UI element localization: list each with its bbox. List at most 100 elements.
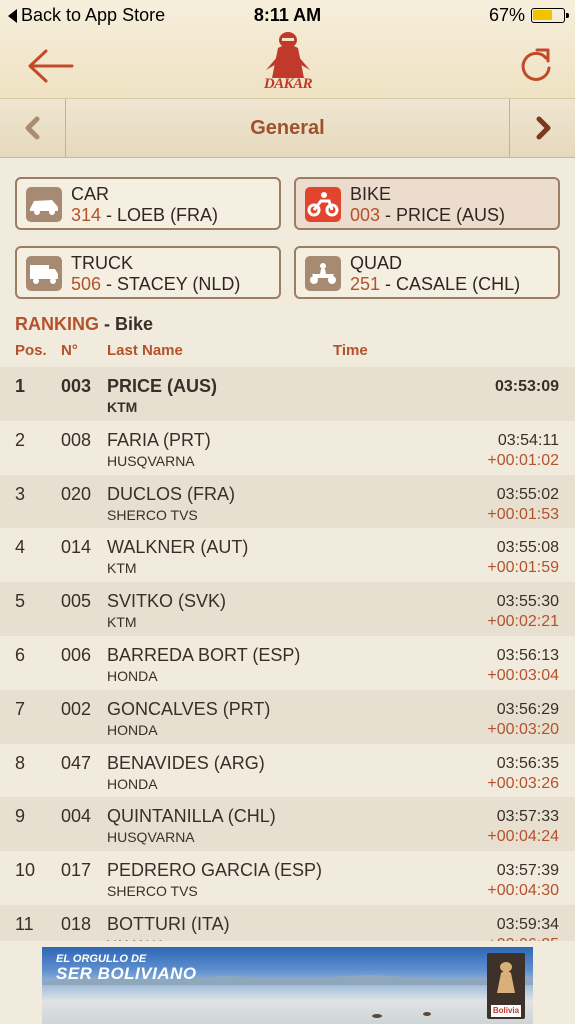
refresh-icon xyxy=(521,48,551,81)
ranking-label: RANKING xyxy=(15,314,99,334)
rider-number: 017 xyxy=(61,860,92,881)
stage-time: 03:53:09 xyxy=(494,378,559,395)
previous-tab-button[interactable] xyxy=(0,99,66,157)
stage-time: 03:55:30 xyxy=(496,593,559,611)
time-gap: +00:03:26 xyxy=(487,774,559,792)
leader-number: 506 xyxy=(71,274,102,294)
ranking-row[interactable]: 11018BOTTURI (ITA)YAMAHA03:59:34+00:06:2… xyxy=(0,904,575,941)
ranking-row[interactable]: 9 004 QUINTANILLA (CHL) HUSQVARNA 03:57:33 +0… xyxy=(0,797,575,852)
rider-name: PEDRERO GARCIA (ESP) xyxy=(107,860,323,881)
team-name: KTM xyxy=(107,399,138,415)
rider-name: SVITKO (SVK) xyxy=(107,591,227,612)
rider-number: 003 xyxy=(61,376,92,396)
rider-number: 005 xyxy=(61,591,92,612)
category-card-car[interactable]: CAR 314 - LOEB (FRA) xyxy=(15,177,281,230)
time-gap: +00:01:59 xyxy=(487,559,559,577)
rider-number: 047 xyxy=(61,752,92,773)
ranking-title: RANKING - Bike xyxy=(15,314,153,335)
rider-number: 014 xyxy=(61,537,92,558)
stage-time: 03:57:39 xyxy=(496,862,559,880)
rider-number: 006 xyxy=(61,644,92,665)
ranking-row[interactable]: 8 047 BENAVIDES (ARG) HONDA 03:56:35 +00:03:2… xyxy=(0,744,575,798)
ranking-row[interactable]: 10 017 PEDRERO GARCIA (ESP) SHERCO TVS 03:57… xyxy=(0,851,575,905)
time-gap: +00:03:20 xyxy=(487,720,559,738)
time-gap: +00:04:30 xyxy=(487,882,559,900)
rider-name: QUINTANILLA (CHL) xyxy=(107,806,276,827)
leader-number: 251 xyxy=(350,274,381,294)
leader-name: - PRICE (AUS) xyxy=(380,205,506,225)
rank-position: 1 xyxy=(15,376,26,396)
category-card-truck[interactable]: TRUCK 506 - STACEY (NLD) xyxy=(15,246,281,299)
rider-name: BENAVIDES (ARG) xyxy=(107,752,265,773)
rider-name: BARREDA BORT (ESP) xyxy=(107,644,301,665)
rider-number: 018 xyxy=(61,913,92,934)
rank-position: 9 xyxy=(15,806,26,827)
tab-title: General xyxy=(250,117,325,139)
ad-line-2: SER BOLIVIANO xyxy=(56,964,197,983)
rider-name: FARIA (PRT) xyxy=(107,429,211,450)
rider-name: DUCLOS (FRA) xyxy=(107,483,236,504)
left-arrow-icon xyxy=(28,49,74,83)
leader-name: - STACEY (NLD) xyxy=(101,274,241,294)
rank-position: 4 xyxy=(15,537,26,558)
rider-name: PRICE (AUS) xyxy=(107,376,218,396)
stage-time: 03:59:34 xyxy=(496,915,559,933)
ad-banner[interactable]: EL ORGULLO DE SER BOLIVIANO Bolivia xyxy=(42,947,533,1024)
time-gap: +00:01:53 xyxy=(487,505,559,523)
category-leader: 314 - LOEB (FRA) xyxy=(71,205,218,226)
battery-percent: 67% xyxy=(488,5,525,25)
category-card-quad[interactable]: QUAD 251 - CASALE (CHL) xyxy=(294,246,560,299)
time-gap: +00:03:04 xyxy=(487,666,559,684)
rank-position: 6 xyxy=(15,644,26,665)
battery-level xyxy=(533,10,553,20)
category-name: QUAD xyxy=(350,253,403,273)
ranking-row[interactable]: 2 008 FARIA (PRT) HUSQVARNA 03:54:11 +00:01:0… xyxy=(0,421,575,475)
dakar-mini-icon xyxy=(497,962,515,993)
chevron-right-icon xyxy=(536,116,551,140)
time-gap: +00:02:21 xyxy=(487,613,559,631)
leader-name: - LOEB (FRA) xyxy=(101,205,219,225)
car-icon xyxy=(26,187,62,222)
category-card-bike[interactable]: BIKE 003 - PRICE (AUS) xyxy=(294,177,560,230)
next-tab-button[interactable] xyxy=(509,99,575,157)
ranking-category: - Bike xyxy=(99,314,154,334)
rider-number: 008 xyxy=(61,429,92,450)
stage-time: 03:56:13 xyxy=(496,646,559,664)
bike-icon xyxy=(305,187,341,222)
ranking-row[interactable]: 6 006 BARREDA BORT (ESP) HONDA 03:56:13 +00:0… xyxy=(0,636,575,690)
quad-icon xyxy=(305,256,341,291)
rank-position: 7 xyxy=(15,698,26,719)
logo-text: DAKAR xyxy=(263,76,313,92)
ranking-list[interactable]: 1 003 PRICE (AUS) KTM 03:53:09 2 008 FARIA (PRT… xyxy=(0,367,575,941)
team-name: KTM xyxy=(107,614,137,631)
stage-time: 03:55:02 xyxy=(496,485,559,503)
ranking-row[interactable]: 3 020 DUCLOS (FRA) SHERCO TVS 03:55:02 +00:01… xyxy=(0,474,575,529)
rider-name: WALKNER (AUT) xyxy=(107,537,249,558)
dakar-logo: DAKAR xyxy=(258,30,318,96)
column-time: Time xyxy=(333,342,368,359)
back-button[interactable] xyxy=(28,48,74,84)
rider-name: GONCALVES (PRT) xyxy=(107,698,271,719)
leader-name: - CASALE (CHL) xyxy=(380,274,521,294)
rank-position: 8 xyxy=(15,752,26,773)
ranking-row[interactable]: 5 005 SVITKO (SVK) KTM 03:55:30 +00:02:21 xyxy=(0,582,575,636)
category-name: TRUCK xyxy=(71,253,133,273)
refresh-button[interactable] xyxy=(519,44,553,84)
category-leader: 506 - STACEY (NLD) xyxy=(71,274,240,295)
rider-number: 002 xyxy=(61,698,92,719)
ranking-row[interactable]: 7 002 GONCALVES (PRT) HONDA 03:56:29 +00:03:2… xyxy=(0,689,575,744)
battery-icon xyxy=(531,8,569,23)
ranking-row[interactable]: 1 003 PRICE (AUS) KTM 03:53:09 xyxy=(0,367,575,421)
stage-time: 03:56:29 xyxy=(496,700,559,718)
sponsor-text: Bolivia xyxy=(491,1005,521,1017)
team-name: HUSQVARNA xyxy=(107,829,195,846)
app-header: Back to App Store 8:11 AM 67% DAKAR xyxy=(0,0,575,98)
team-name: KTM xyxy=(107,560,137,577)
rank-position: 2 xyxy=(15,429,26,450)
column-number: N° xyxy=(61,342,78,359)
rank-position: 10 xyxy=(15,860,36,881)
rank-position: 3 xyxy=(15,483,26,504)
ranking-row[interactable]: 4 014 WALKNER (AUT) KTM 03:55:08 +00:01:59 xyxy=(0,528,575,582)
category-leader: 003 - PRICE (AUS) xyxy=(350,205,505,226)
leader-number: 314 xyxy=(71,205,102,225)
